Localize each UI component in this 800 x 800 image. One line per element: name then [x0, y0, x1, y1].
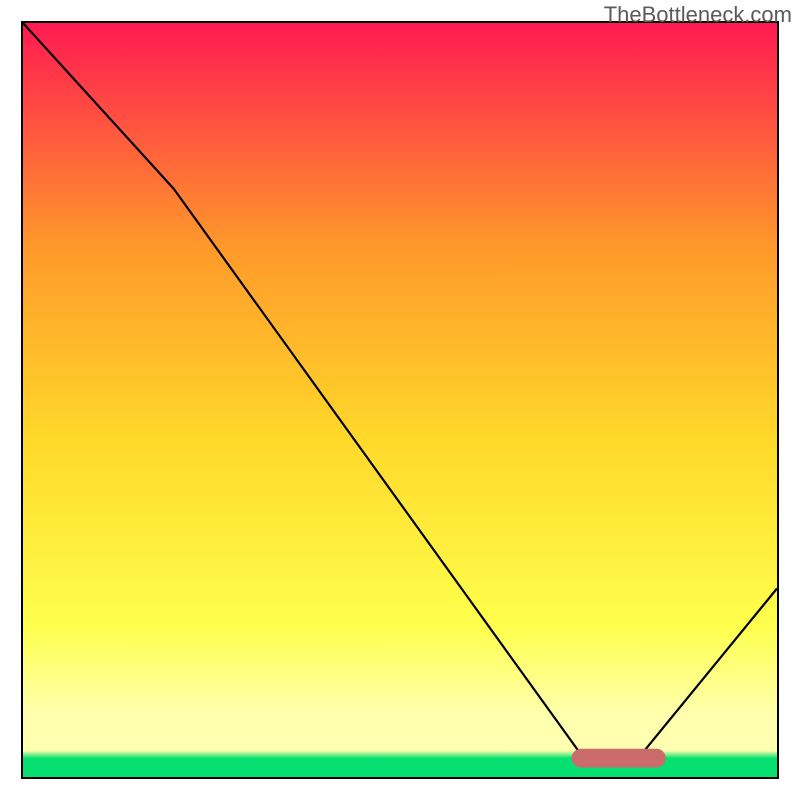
chart-frame	[21, 21, 779, 779]
watermark-text: TheBottleneck.com	[604, 2, 792, 28]
chart-plot-area	[23, 23, 777, 777]
chart-background	[23, 23, 777, 777]
chart-svg	[23, 23, 777, 777]
